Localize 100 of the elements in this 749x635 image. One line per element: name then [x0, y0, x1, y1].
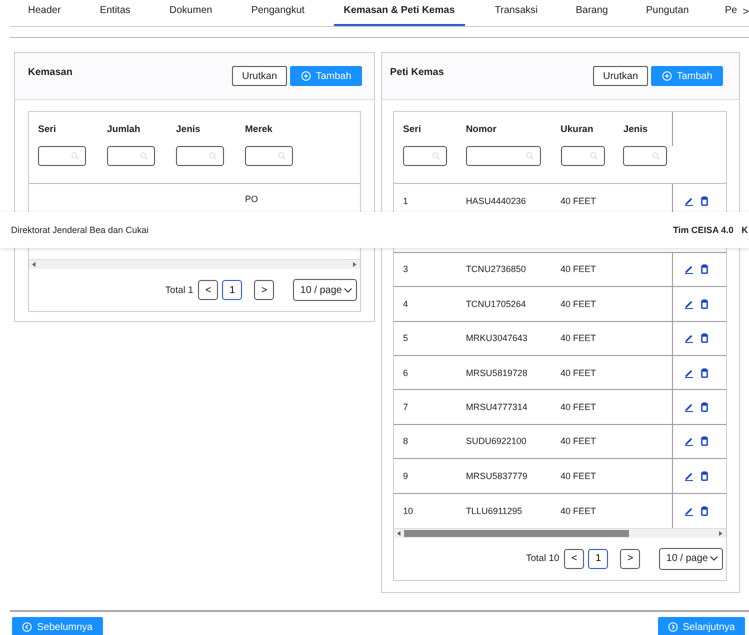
table-cell: MRSU5837779	[466, 470, 528, 481]
chevron-down-icon	[710, 556, 718, 562]
table-cell: 40 FEET	[560, 368, 596, 378]
table-cell: 40 FEET	[560, 196, 596, 206]
column-header: Jenis	[623, 124, 648, 134]
table-cell: 40 FEET	[560, 470, 596, 481]
edit-icon[interactable]	[684, 506, 694, 516]
table-cell: TLLU6911295	[466, 506, 522, 516]
table-cell: MRSU4777314	[466, 402, 528, 412]
chevron-down-icon	[344, 288, 352, 292]
back-circle-icon	[22, 622, 32, 632]
table-cell: PO	[245, 194, 258, 204]
next-page-button[interactable]: >	[620, 548, 640, 569]
page-button[interactable]: 1	[222, 280, 242, 300]
previous-page-button[interactable]: <	[564, 548, 584, 569]
filter-field[interactable]	[403, 146, 447, 166]
scroll-right-button[interactable]: >	[742, 0, 749, 26]
search-icon	[432, 152, 440, 160]
tab[interactable]: Kemasan & Peti Kemas	[334, 0, 465, 26]
table-cell: 9	[403, 470, 408, 481]
filter-field[interactable]	[38, 146, 86, 166]
search-icon	[278, 152, 286, 160]
table-cell: 7	[403, 402, 408, 412]
delete-icon[interactable]	[700, 368, 710, 378]
horizontal-scrollbar[interactable]	[29, 259, 360, 269]
delete-icon[interactable]	[700, 470, 710, 481]
delete-icon[interactable]	[700, 196, 710, 206]
table-cell: 40 FEET	[560, 436, 596, 446]
next-page-button[interactable]: >	[254, 280, 274, 300]
tab[interactable]: Transaksi	[494, 0, 538, 26]
scroll-right-icon	[353, 262, 357, 267]
edit-icon[interactable]	[684, 298, 694, 309]
edit-icon[interactable]	[684, 368, 694, 378]
organization-name: Direktorat Jenderal Bea dan Cukai	[11, 225, 149, 235]
scroll-left-icon	[397, 530, 401, 536]
plus-circle-icon	[300, 71, 311, 81]
column-header: Seri	[38, 124, 56, 134]
filter-field[interactable]	[176, 146, 224, 166]
filter-field[interactable]	[107, 146, 155, 166]
column-header: Merek	[245, 124, 272, 134]
panel-title: Kemasan	[28, 66, 72, 78]
horizontal-scrollbar[interactable]	[394, 528, 726, 538]
search-icon	[140, 152, 148, 160]
tab[interactable]: Barang	[576, 0, 608, 26]
table-cell: 40 FEET	[560, 264, 596, 274]
table-cell: 40 FEET	[560, 298, 596, 309]
filter-field[interactable]	[623, 146, 668, 166]
page-size-select[interactable]: 10 / page	[659, 548, 723, 570]
tab[interactable]: Pe	[724, 0, 737, 26]
filter-field[interactable]	[560, 146, 605, 166]
column-header: Seri	[403, 124, 421, 134]
tab[interactable]: Entitas	[100, 0, 130, 26]
page-size-select[interactable]: 10 / page	[293, 279, 357, 301]
table-cell: MRKU3047643	[466, 333, 528, 344]
column-header: Jenis	[176, 124, 200, 134]
delete-icon[interactable]	[700, 436, 710, 446]
table-cell: 10	[403, 506, 414, 516]
previous-page-button[interactable]: <	[198, 280, 218, 300]
table-cell: HASU4440236	[466, 196, 526, 206]
delete-icon[interactable]	[700, 402, 710, 412]
tab[interactable]: Pungutan	[646, 0, 689, 26]
delete-icon[interactable]	[700, 333, 710, 344]
total-count: Total 1	[165, 284, 194, 296]
table-cell: TCNU2736850	[466, 264, 526, 274]
footer-text: K	[742, 225, 748, 235]
table-cell: 40 FEET	[560, 506, 596, 516]
edit-icon[interactable]	[684, 470, 694, 481]
forward-circle-icon	[668, 622, 678, 632]
column-header: Ukuran	[560, 124, 594, 134]
delete-icon[interactable]	[700, 506, 710, 516]
scroll-left-icon	[32, 262, 36, 267]
column-header: Nomor	[466, 124, 496, 134]
plus-circle-icon	[662, 71, 672, 81]
delete-icon[interactable]	[700, 298, 710, 309]
edit-icon[interactable]	[684, 333, 694, 344]
sort-button[interactable]: Urutkan	[232, 66, 287, 86]
tab[interactable]: Header	[28, 0, 61, 26]
table-cell: 4	[403, 298, 408, 309]
page-button[interactable]: 1	[588, 548, 608, 569]
search-icon	[209, 152, 217, 160]
filter-field[interactable]	[466, 146, 541, 166]
edit-icon[interactable]	[684, 196, 694, 206]
table-cell: SUDU6922100	[466, 436, 526, 446]
edit-icon[interactable]	[684, 436, 694, 446]
table-cell: TCNU1705264	[466, 298, 526, 309]
tab[interactable]: Pengangkut	[251, 0, 305, 26]
tab[interactable]: Dokumen	[169, 0, 212, 26]
table-cell: MRSU5819728	[466, 368, 528, 378]
search-icon	[652, 152, 660, 160]
table-cell: 3	[403, 264, 408, 274]
edit-icon[interactable]	[684, 264, 694, 274]
sort-button[interactable]: Urutkan	[592, 66, 648, 86]
table-cell: 5	[403, 333, 408, 344]
scroll-right-icon	[719, 530, 723, 536]
search-icon	[526, 152, 534, 160]
filter-field[interactable]	[245, 146, 293, 166]
total-count: Total 10	[526, 553, 560, 564]
delete-icon[interactable]	[700, 264, 710, 274]
edit-icon[interactable]	[684, 402, 694, 412]
search-icon	[71, 152, 79, 160]
